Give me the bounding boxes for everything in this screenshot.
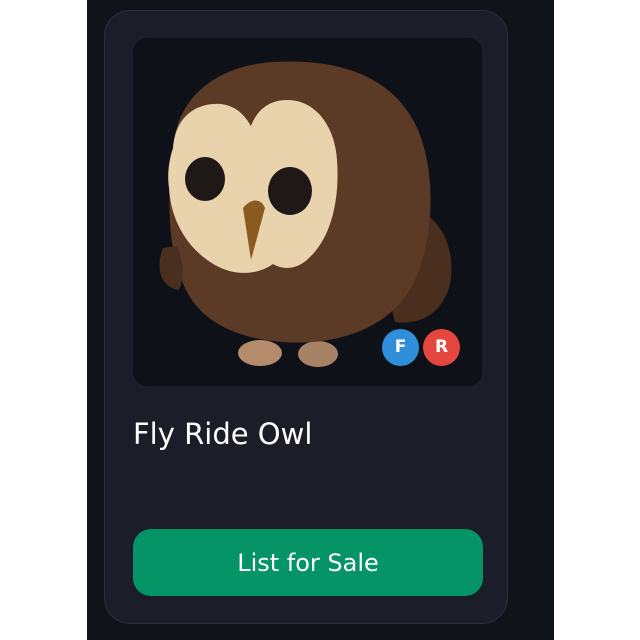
ride-badge: R — [423, 329, 460, 366]
pet-thumbnail: F R — [133, 38, 482, 386]
fly-badge: F — [382, 329, 419, 366]
pet-card[interactable]: F R Fly Ride Owl List for Sale — [104, 10, 508, 624]
list-for-sale-button[interactable]: List for Sale — [133, 529, 483, 596]
pet-name: Fly Ride Owl — [133, 417, 313, 451]
